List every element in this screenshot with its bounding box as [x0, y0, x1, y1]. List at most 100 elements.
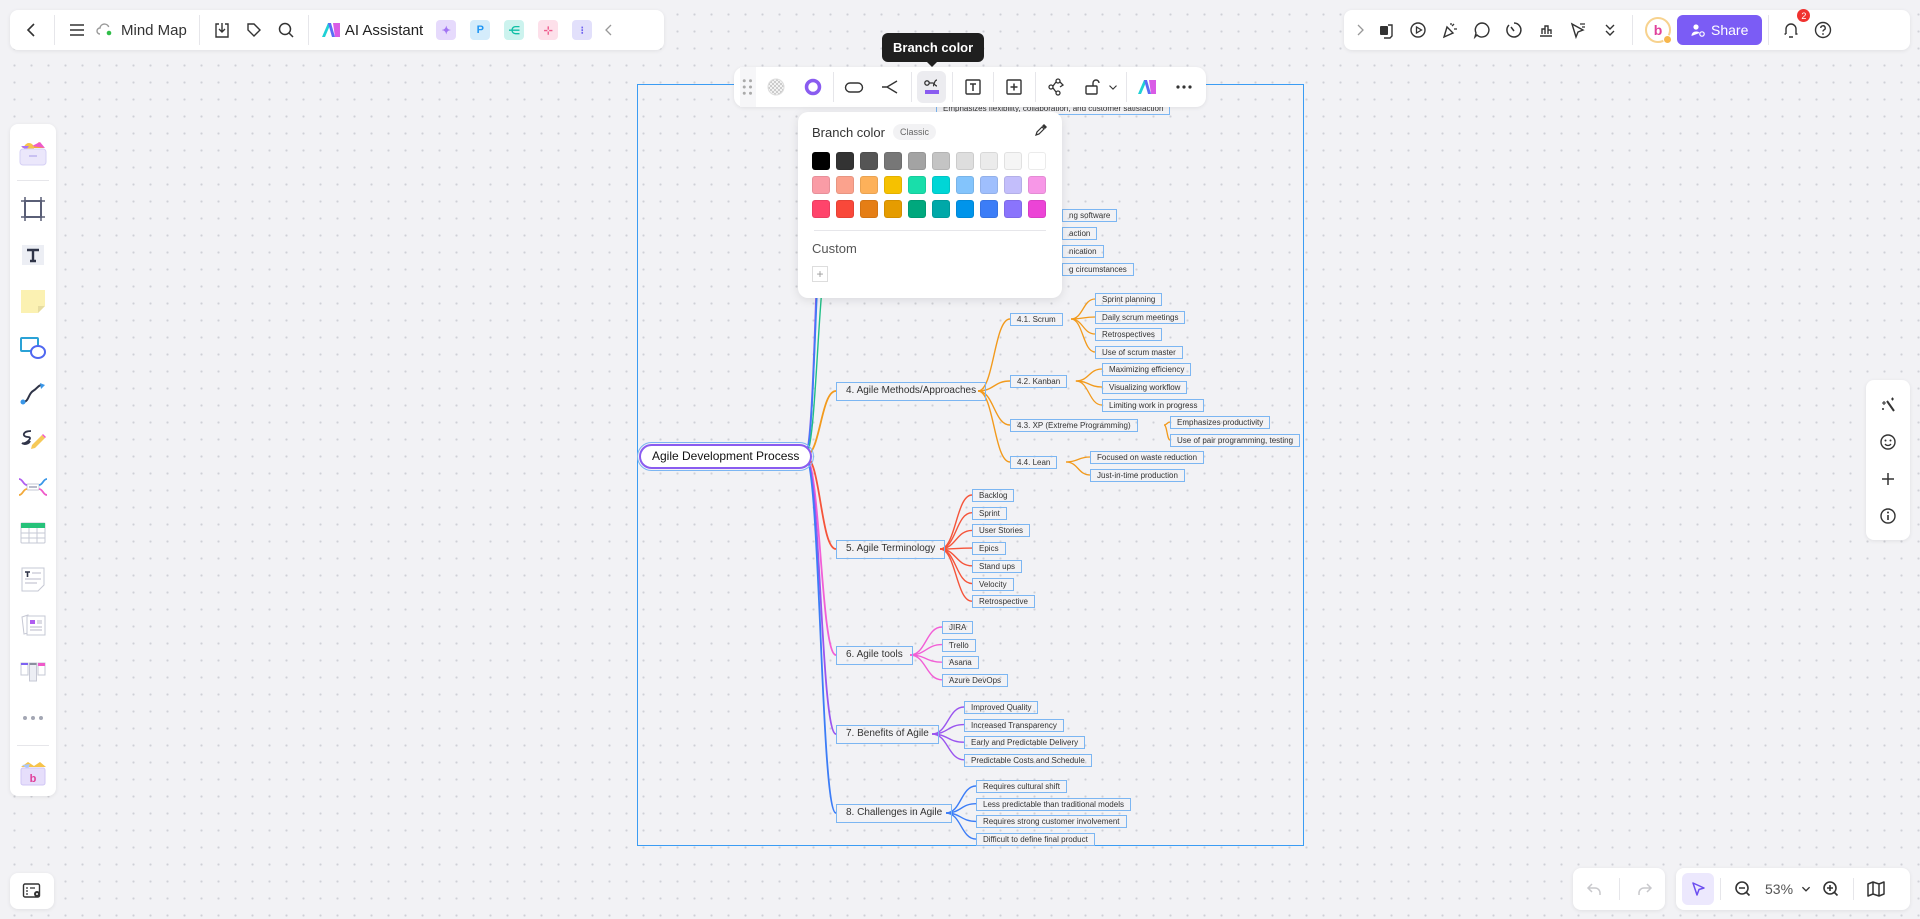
branch-node-8[interactable]: 8. Challenges in Agile	[836, 804, 953, 823]
color-swatch[interactable]	[1004, 152, 1022, 170]
sticky-note-tool[interactable]	[15, 284, 51, 319]
leaf-node[interactable]: Daily scrum meetings	[1095, 311, 1186, 324]
layout-button[interactable]	[1041, 71, 1069, 103]
color-swatch[interactable]	[860, 200, 878, 218]
export-button[interactable]	[206, 14, 238, 46]
chat-app-button[interactable]: ⁝	[572, 20, 593, 40]
partial-node[interactable]: action	[1062, 227, 1098, 240]
fill-color-button[interactable]	[762, 71, 790, 103]
mindmap-tool[interactable]	[15, 469, 51, 504]
leaf-node[interactable]: Requires cultural shift	[976, 780, 1067, 793]
celebrate-button[interactable]	[1434, 14, 1466, 46]
node-shape-button[interactable]	[840, 71, 868, 103]
color-swatch[interactable]	[956, 152, 974, 170]
leaf-node[interactable]: User Stories	[972, 524, 1031, 538]
color-swatch[interactable]	[836, 176, 854, 194]
subtopic-node[interactable]: 4.2. Kanban	[1010, 375, 1068, 388]
text-tool[interactable]	[15, 238, 51, 273]
leaf-node[interactable]: Predictable Costs and Schedule	[964, 753, 1092, 767]
redo-button[interactable]	[1629, 873, 1661, 905]
help-button[interactable]	[1807, 14, 1839, 46]
templates-button[interactable]	[1370, 14, 1402, 46]
outline-view-button[interactable]	[10, 873, 54, 909]
document-tool[interactable]	[15, 562, 51, 597]
leaf-node[interactable]: Velocity	[972, 577, 1014, 591]
leaf-node[interactable]: Maximizing efficiency	[1102, 363, 1192, 376]
collapse-toolbar-button[interactable]	[599, 14, 619, 46]
leaf-node[interactable]: Requires strong customer involvement	[976, 815, 1127, 829]
minimap-button[interactable]	[1860, 873, 1892, 905]
leaf-node[interactable]: Backlog	[972, 489, 1015, 502]
ai-node-button[interactable]	[1133, 71, 1161, 103]
branch-color-button[interactable]	[917, 71, 946, 103]
color-swatch[interactable]	[932, 176, 950, 194]
zoom-level[interactable]: 53%	[1765, 881, 1793, 897]
leaf-node[interactable]: Limiting work in progress	[1102, 399, 1205, 412]
subtopic-node[interactable]: 4.1. Scrum	[1010, 313, 1063, 326]
kanban-tool[interactable]	[15, 654, 51, 689]
leaf-node[interactable]: Retrospective	[972, 595, 1035, 609]
more-tools-button[interactable]	[15, 700, 51, 735]
leaf-node[interactable]: JIRA	[942, 621, 974, 634]
lock-button[interactable]	[1078, 71, 1106, 103]
leaf-node[interactable]: Retrospectives	[1095, 328, 1162, 341]
mindmap-root-node[interactable]: Agile Development Process	[636, 442, 815, 471]
leaf-node[interactable]: Azure DevOps	[942, 673, 1009, 687]
info-button[interactable]	[1872, 500, 1904, 532]
zoom-dropdown-button[interactable]	[1797, 873, 1815, 905]
border-color-button[interactable]	[798, 71, 826, 103]
mindmap-app-button[interactable]: ⋲	[504, 20, 525, 40]
subtopic-node[interactable]: 4.3. XP (Extreme Programming)	[1010, 419, 1138, 432]
color-swatch[interactable]	[956, 176, 974, 194]
leaf-node[interactable]: Focused on waste reduction	[1090, 451, 1205, 464]
partial-node[interactable]: ng software	[1062, 209, 1118, 222]
leaf-node[interactable]: Sprint planning	[1095, 293, 1163, 306]
branch-style-button[interactable]	[876, 71, 904, 103]
theme-chip[interactable]: Classic	[892, 124, 936, 140]
color-swatch[interactable]	[884, 176, 902, 194]
leaf-node[interactable]: Difficult to define final product	[976, 833, 1095, 847]
materials-button[interactable]	[15, 136, 51, 171]
table-tool[interactable]	[15, 515, 51, 550]
leaf-node[interactable]: Improved Quality	[964, 701, 1039, 714]
cards-tool[interactable]	[15, 608, 51, 643]
partial-node[interactable]: nication	[1062, 245, 1104, 258]
emoji-button[interactable]	[1872, 426, 1904, 458]
add-button[interactable]	[1872, 463, 1904, 495]
leaf-node[interactable]: Asana	[942, 656, 979, 670]
document-title[interactable]: Mind Map	[121, 22, 187, 39]
color-swatch[interactable]	[956, 200, 974, 218]
subtopic-node[interactable]: 4.4. Lean	[1010, 456, 1058, 469]
frame-tool[interactable]	[15, 191, 51, 226]
color-swatch[interactable]	[1028, 176, 1046, 194]
color-swatch[interactable]	[908, 200, 926, 218]
shape-tool[interactable]	[15, 330, 51, 365]
color-swatch[interactable]	[980, 200, 998, 218]
undo-button[interactable]	[1578, 873, 1610, 905]
color-swatch[interactable]	[860, 176, 878, 194]
leaf-node[interactable]: Just-in-time production	[1090, 469, 1185, 482]
timer-button[interactable]	[1498, 14, 1530, 46]
connector-tool[interactable]	[15, 376, 51, 411]
share-button[interactable]: Share	[1677, 15, 1763, 45]
more-options-button[interactable]	[1170, 71, 1198, 103]
color-swatch[interactable]	[1028, 200, 1046, 218]
color-swatch[interactable]	[1004, 200, 1022, 218]
eyedropper-button[interactable]	[1034, 123, 1048, 142]
select-tool-button[interactable]	[1682, 873, 1714, 905]
presentation-app-button[interactable]: P	[470, 20, 491, 40]
color-swatch[interactable]	[1004, 176, 1022, 194]
color-swatch[interactable]	[1028, 152, 1046, 170]
leaf-node[interactable]: Trello	[942, 638, 976, 652]
main-menu-button[interactable]	[61, 14, 93, 46]
leaf-node[interactable]: Sprint	[972, 506, 1007, 520]
search-button[interactable]	[270, 14, 302, 46]
image-gen-app-button[interactable]: ✦	[436, 20, 457, 40]
comment-button[interactable]	[1466, 14, 1498, 46]
branch-node-5[interactable]: 5. Agile Terminology	[836, 540, 946, 559]
add-node-button[interactable]	[1000, 71, 1028, 103]
leaf-node[interactable]: Stand ups	[972, 559, 1023, 573]
color-swatch[interactable]	[836, 200, 854, 218]
pen-tool[interactable]	[15, 423, 51, 458]
back-button[interactable]	[16, 14, 48, 46]
